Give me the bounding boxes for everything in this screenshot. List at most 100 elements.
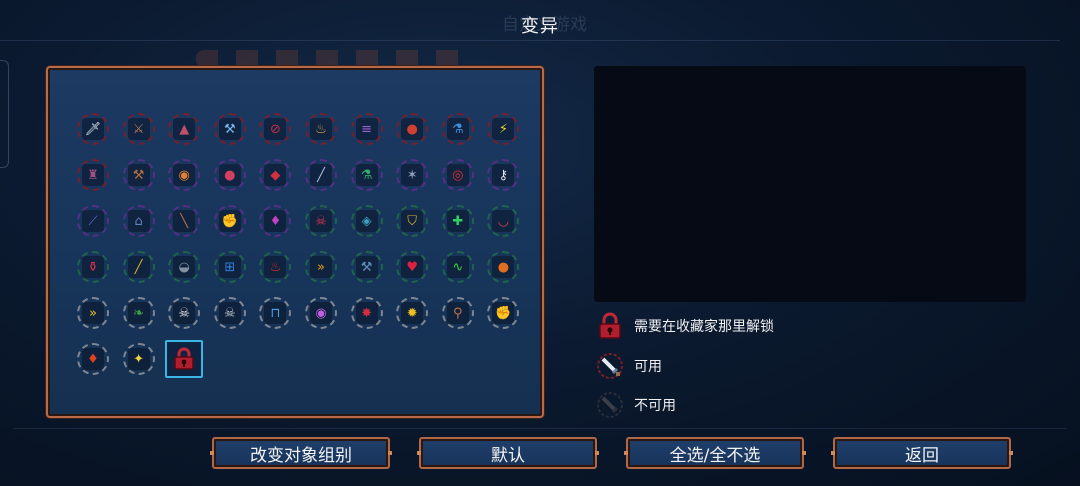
mutation-cell[interactable]: ⚒ — [348, 248, 386, 286]
mutation-cell[interactable]: ♨ — [256, 248, 294, 286]
sparkle-icon: ✦ — [127, 348, 150, 370]
bottom-divider — [14, 428, 1066, 429]
blue-gate-icon: ⊞ — [218, 256, 241, 278]
gold-staff-icon: ╱ — [127, 256, 150, 278]
purple-drop-icon: ♦ — [264, 210, 287, 232]
mutation-cell[interactable]: ✸ — [348, 294, 386, 332]
shield-hammer-icon: ⚒ — [355, 256, 378, 278]
sword-blade-icon: 🗡 — [82, 118, 104, 140]
blue-flask-icon: ⚗ — [446, 118, 469, 140]
mutation-cell[interactable]: » — [302, 248, 340, 286]
red-potion-icon: ⚱ — [82, 256, 104, 278]
red-target-icon: ◎ — [446, 164, 469, 186]
blue-chest-icon: ⊓ — [264, 302, 287, 324]
mutation-cell[interactable]: ◒ — [165, 248, 203, 286]
dark-helmet-icon: ◒ — [173, 256, 196, 278]
mutation-cell[interactable]: ⌂ — [120, 202, 158, 240]
mutation-cell[interactable]: ♦ — [256, 202, 294, 240]
tent-fire-icon: ▲ — [173, 118, 196, 140]
fang-icon: ◡ — [492, 210, 515, 232]
sword-blade-icon — [596, 352, 624, 380]
crossbow-icon: ⚔ — [127, 118, 150, 140]
skull-green-eyes-icon: ☠ — [173, 302, 196, 324]
mutation-cell[interactable]: ◆ — [256, 156, 294, 194]
lock-icon — [596, 312, 624, 340]
mutation-cell[interactable]: ⚗ — [348, 156, 386, 194]
mutation-cell[interactable]: ☠ — [302, 202, 340, 240]
sword-blade-disabled-icon — [596, 391, 624, 419]
bone-club-icon: ⚲ — [446, 302, 469, 324]
mutation-cell[interactable]: ≡ — [348, 110, 386, 148]
brown-gauntlet-icon: ✊ — [218, 210, 241, 232]
red-flame-icon: ♨ — [264, 256, 287, 278]
mutation-cell[interactable]: ⊞ — [211, 248, 249, 286]
legend-locked: 需要在收藏家那里解锁 — [596, 312, 774, 340]
flame-drop-icon: ♦ — [82, 348, 104, 370]
potion-icon: ♨ — [310, 118, 332, 140]
mutation-cell[interactable] — [165, 340, 204, 378]
mutation-cell[interactable]: ♥ — [393, 248, 431, 286]
red-heart-icon: ♥ — [401, 256, 424, 278]
dagger-icon: ╱ — [310, 164, 332, 186]
mutation-cell[interactable]: ◎ — [439, 156, 477, 194]
mutation-cell[interactable]: ⚔ — [120, 110, 158, 148]
back-button[interactable]: 返回 — [831, 437, 1013, 469]
gold-burst-icon: ✹ — [401, 302, 424, 324]
mutation-cell[interactable]: ✊ — [211, 202, 249, 240]
mutation-cell[interactable]: ☠ — [211, 294, 249, 332]
mutation-cell[interactable]: ⊓ — [256, 294, 294, 332]
blue-shield-icon: ◈ — [355, 210, 378, 232]
mutation-cell[interactable]: ⊘ — [256, 110, 294, 148]
mutation-cell[interactable]: ⟋ — [74, 202, 112, 240]
mutation-cell[interactable]: ⚒ — [120, 156, 158, 194]
mutation-cell[interactable]: ✊ — [484, 294, 522, 332]
mutation-cell[interactable]: ◡ — [484, 202, 522, 240]
mutation-cell[interactable]: ╱ — [120, 248, 158, 286]
mutation-cell[interactable]: ✚ — [439, 202, 477, 240]
mutation-cell[interactable]: » — [74, 294, 112, 332]
mutation-cell[interactable]: ◈ — [348, 202, 386, 240]
mutation-cell[interactable]: ◉ — [302, 294, 340, 332]
key-icon: ⚷ — [492, 164, 515, 186]
mutation-cell[interactable]: ♦ — [74, 340, 112, 378]
red-shuriken-icon: ✸ — [355, 302, 378, 324]
mutation-cell[interactable]: ⛉ — [393, 202, 431, 240]
mutation-cell[interactable]: ● — [211, 156, 249, 194]
legend-locked-label: 需要在收藏家那里解锁 — [634, 319, 774, 335]
top-divider — [0, 40, 1060, 41]
mutation-cell[interactable]: ⚷ — [484, 156, 522, 194]
mutation-cell[interactable]: ♨ — [302, 110, 340, 148]
skull-crossbones-icon: ☠ — [310, 210, 332, 232]
mutation-cell[interactable]: ♜ — [74, 156, 112, 194]
mutation-cell[interactable]: ● — [393, 110, 431, 148]
mutation-cell[interactable]: ⚗ — [439, 110, 477, 148]
double-arrow-icon: » — [310, 256, 332, 278]
gold-fist-icon: ✊ — [492, 302, 515, 324]
mutation-cell[interactable]: ╲ — [165, 202, 203, 240]
wizard-hat-icon: ♜ — [82, 164, 104, 186]
side-tab[interactable] — [0, 60, 9, 168]
mutation-cell[interactable]: ╱ — [302, 156, 340, 194]
lightning-icon: ⚡ — [492, 118, 515, 140]
mutation-cell[interactable]: ✹ — [393, 294, 431, 332]
mutation-cell[interactable]: ● — [484, 248, 522, 286]
mutation-cell[interactable]: ∿ — [439, 248, 477, 286]
mutation-cell[interactable]: ⚒ — [211, 110, 249, 148]
mutation-cell[interactable]: ◉ — [165, 156, 203, 194]
mutation-cell[interactable]: ▲ — [165, 110, 203, 148]
change-group-button[interactable]: 改变对象组别 — [210, 437, 392, 469]
turret-icon: ⌂ — [127, 210, 150, 232]
spear-icon: ╲ — [173, 210, 196, 232]
mutation-cell[interactable]: ✦ — [120, 340, 158, 378]
blue-scythe-icon: ⟋ — [82, 210, 104, 232]
mutation-cell[interactable]: ⚲ — [439, 294, 477, 332]
default-button[interactable]: 默认 — [417, 437, 599, 469]
mutation-cell[interactable]: ⚱ — [74, 248, 112, 286]
mutation-cell[interactable]: ✶ — [393, 156, 431, 194]
mutation-cell[interactable]: ❧ — [120, 294, 158, 332]
mutation-cell[interactable]: ⚡ — [484, 110, 522, 148]
yellow-chevrons-icon: » — [82, 302, 104, 324]
select-all-button[interactable]: 全选/全不选 — [624, 437, 806, 469]
mutation-cell[interactable]: ☠ — [165, 294, 203, 332]
mutation-cell[interactable]: 🗡 — [74, 110, 112, 148]
